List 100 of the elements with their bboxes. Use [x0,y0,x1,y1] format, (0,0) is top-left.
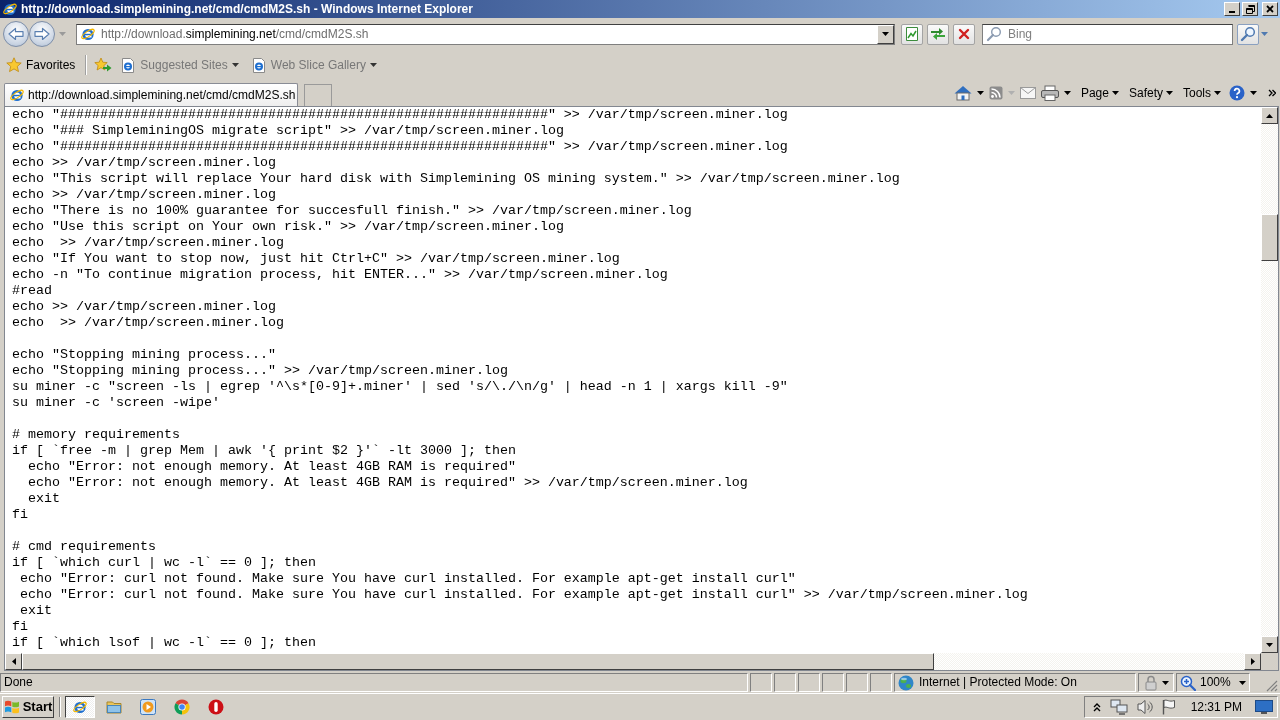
print-options-button[interactable] [1062,89,1072,97]
scroll-left-button[interactable] [5,653,22,670]
envelope-icon [1019,87,1036,99]
star-icon [6,57,22,73]
horizontal-scrollbar[interactable] [5,653,1261,670]
code-line: su miner -c 'screen -wipe' [12,395,220,411]
restore-icon [1245,4,1255,14]
print-button[interactable] [1039,83,1060,103]
speaker-icon[interactable] [1136,699,1153,715]
address-dropdown-button[interactable] [877,24,894,44]
code-line: echo "Error: curl not found. Make sure You have curl installed. For example apt-get install curl" >> /var/tmp/screen.miner.log [19,587,1028,603]
code-line: exit [19,603,52,619]
code-line: echo "This script will replace Your hard disk with Simplemining OS mining system." >> /var/tmp/screen.miner.log [12,171,900,187]
more-button[interactable] [1267,87,1277,99]
status-pane [750,673,772,692]
code-line: echo >> /var/tmp/screen.miner.log [12,315,284,331]
compatibility-view-button[interactable] [901,23,923,45]
code-line: echo -n "To continue migration process, hit ENTER..." >> /var/tmp/screen.miner.log [12,267,668,283]
chevron-up-icon [1092,702,1101,712]
arrow-left-icon[interactable] [8,27,24,41]
caret-icon [1166,91,1173,95]
code-line: su miner -c "screen -ls | egrep '^\s*[0-9]+.miner' | sed 's/\./\n/g' | head -n 1 | xargs kill -9" [12,379,788,395]
code-line: #read [12,283,52,299]
rss-icon [988,86,1003,100]
forward-button[interactable] [29,21,55,47]
search-icon [986,26,1002,42]
code-line: echo "#############################################################" >> /var/tmp/screen.miner.log [12,139,788,155]
network-icon[interactable] [1109,699,1128,715]
code-line: echo >> /var/tmp/screen.miner.log [12,235,284,251]
code-line: echo >> /var/tmp/screen.miner.log [12,299,276,315]
status-pane [870,673,892,692]
stop-button[interactable] [953,23,975,45]
page-logo-icon [250,57,267,73]
address-field[interactable]: http://download.simplemining.net/cmd/cmdM2S.sh [76,23,895,45]
search-button[interactable] [1237,23,1259,45]
flag-icon[interactable] [1161,699,1176,715]
security-button[interactable] [1138,673,1174,692]
caret-icon [1239,680,1246,685]
code-line: # cmd requirements [12,539,156,555]
vertical-scrollbar[interactable] [1261,107,1278,653]
close-button[interactable] [1262,2,1278,16]
scroll-thumb[interactable] [1261,214,1278,261]
refresh-button[interactable] [927,23,949,45]
home-button[interactable] [952,83,973,103]
clock-text: 12:31 PM [1190,699,1242,715]
round-logo-icon [174,699,190,715]
code-line: echo >> /var/tmp/screen.miner.log [12,155,276,171]
code-line: fi [12,619,28,635]
back-button[interactable] [3,21,29,47]
browser-logo-icon [72,699,88,715]
double-chevron-icon [1268,89,1276,97]
menu-button[interactable]: Safety [1127,83,1174,103]
arrow-right-icon[interactable] [34,27,50,41]
code-line: echo "Error: curl not found. Make sure You have curl installed. For example apt-get install curl" [19,571,796,587]
scroll-up-button[interactable] [1261,107,1278,124]
code-line: if [ `which curl | wc -l` == 0 ]; then [12,555,316,571]
menu-button[interactable]: Page [1079,83,1120,103]
security-zone-text: Internet | Protected Mode: On [919,675,1077,690]
printer-icon [1040,85,1059,101]
help-options-button[interactable] [1249,89,1258,97]
search-field[interactable]: Bing [982,23,1233,45]
show-hidden-icons-button[interactable] [1092,702,1101,712]
help-button[interactable] [1228,83,1246,103]
caret-icon [231,63,239,67]
status-pane [846,673,868,692]
code-line: fi [12,507,28,523]
restore-button[interactable] [1242,2,1258,16]
code-line: if [ `which lsof | wc -l` == 0 ]; then [12,635,316,651]
page-icon [905,26,919,42]
home-options-button[interactable] [975,89,985,97]
code-line: # memory requirements [12,427,180,443]
scroll-thumb[interactable] [22,653,934,670]
window-title: http://download.simplemining.net/cmd/cmdM2S.sh - Windows Internet Explorer [21,1,473,17]
code-line: echo "Use this script on Your own risk." >> /var/tmp/screen.miner.log [12,219,564,235]
tab[interactable]: http://download.simplemining.net/cmd/cmdM2S.sh [4,83,298,106]
refresh-icon [930,26,946,42]
favorites-button[interactable]: Favorites [4,55,78,75]
search-icon [1240,26,1256,42]
triangle-down-icon [1266,642,1273,647]
desktop-icon [1255,700,1273,714]
code-line: echo "Stopping mining process..." >> /var/tmp/screen.miner.log [12,363,508,379]
caret-icon [1260,32,1268,36]
code-line: echo >> /var/tmp/screen.miner.log [12,187,276,203]
scroll-right-button[interactable] [1244,653,1261,670]
zoom-button[interactable]: 100% [1176,673,1250,692]
triangle-left-icon [11,658,16,665]
zoom-icon [1180,674,1196,691]
code-line: echo "Error: not enough memory. At least 4GB RAM is required" [27,459,516,475]
browser-logo-icon [80,26,96,42]
caret-icon [976,91,984,95]
taskbar-button[interactable] [65,696,95,718]
start-button[interactable]: Start [2,696,54,718]
minimize-button[interactable] [1224,2,1240,16]
code-line: echo "#############################################################" >> /var/tmp/screen.miner.log [12,107,788,123]
x-mark-icon [958,28,970,40]
page-logo-icon [120,57,137,73]
scroll-down-button[interactable] [1261,636,1278,653]
caret-icon [1063,91,1071,95]
caret-icon [1007,91,1015,95]
menu-button[interactable]: Tools [1182,83,1222,103]
